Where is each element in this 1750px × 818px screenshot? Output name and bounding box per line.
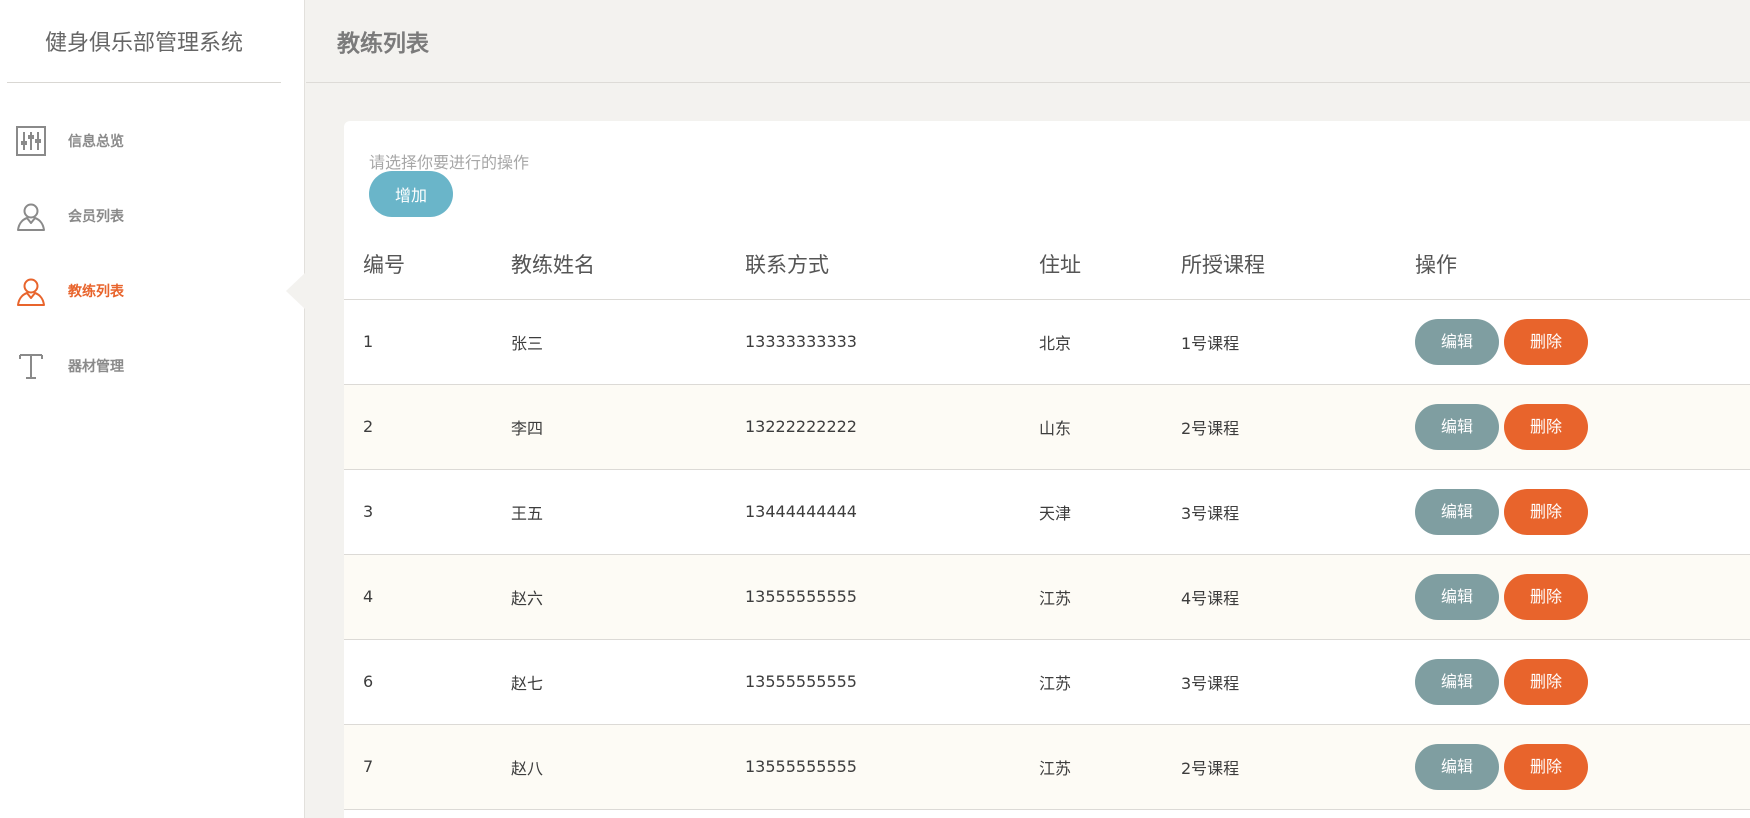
cell-course: 1号课程 — [1162, 299, 1396, 385]
table-row: 4 赵六 13555555555 江苏 4号课程 编辑 删除 — [344, 554, 1750, 640]
coach-table: 编号 教练姓名 联系方式 住址 所授课程 操作 1 张三 13333333333… — [344, 229, 1750, 810]
cell-name: 张三 — [492, 299, 726, 385]
table-row: 1 张三 13333333333 北京 1号课程 编辑 删除 — [344, 299, 1750, 385]
sidebar-item-equipment[interactable]: 器材管理 — [0, 328, 304, 403]
column-header-address: 住址 — [1020, 229, 1162, 300]
cell-name: 赵八 — [492, 724, 726, 810]
cell-actions: 编辑 删除 — [1396, 639, 1750, 725]
operation-prompt: 请选择你要进行的操作 — [369, 153, 530, 172]
user-icon — [14, 199, 48, 233]
cell-course: 3号课程 — [1162, 639, 1396, 725]
cell-name: 赵六 — [492, 554, 726, 640]
cell-id: 2 — [344, 384, 492, 470]
cell-id: 7 — [344, 724, 492, 810]
cell-course: 4号课程 — [1162, 554, 1396, 640]
table-row: 7 赵八 13555555555 江苏 2号课程 编辑 删除 — [344, 724, 1750, 810]
page-title: 教练列表 — [337, 31, 429, 57]
user-icon — [14, 274, 48, 308]
table-row: 6 赵七 13555555555 江苏 3号课程 编辑 删除 — [344, 639, 1750, 725]
cell-phone: 13333333333 — [726, 299, 1020, 385]
column-header-name: 教练姓名 — [492, 229, 726, 300]
cell-address: 天津 — [1020, 469, 1162, 555]
cell-id: 1 — [344, 299, 492, 385]
column-header-id: 编号 — [344, 229, 492, 300]
delete-button[interactable]: 删除 — [1504, 658, 1588, 705]
table-row: 2 李四 13222222222 山东 2号课程 编辑 删除 — [344, 384, 1750, 470]
cell-address: 江苏 — [1020, 554, 1162, 640]
cell-phone: 13222222222 — [726, 384, 1020, 470]
cell-actions: 编辑 删除 — [1396, 469, 1750, 555]
cell-id: 3 — [344, 469, 492, 555]
cell-address: 江苏 — [1020, 639, 1162, 725]
cell-course: 2号课程 — [1162, 724, 1396, 810]
sidebar-item-overview[interactable]: 信息总览 — [0, 103, 304, 178]
cell-actions: 编辑 删除 — [1396, 384, 1750, 470]
cell-name: 李四 — [492, 384, 726, 470]
cell-actions: 编辑 删除 — [1396, 554, 1750, 640]
cell-id: 4 — [344, 554, 492, 640]
edit-button[interactable]: 编辑 — [1415, 488, 1499, 535]
sidebar-nav: 信息总览 会员列表 教练列表 器材管理 — [0, 103, 305, 403]
delete-button[interactable]: 删除 — [1504, 573, 1588, 620]
cell-name: 赵七 — [492, 639, 726, 725]
edit-button[interactable]: 编辑 — [1415, 573, 1499, 620]
app-title: 健身俱乐部管理系统 — [7, 0, 281, 83]
edit-button[interactable]: 编辑 — [1415, 743, 1499, 790]
cell-course: 2号课程 — [1162, 384, 1396, 470]
sidebar-item-label: 信息总览 — [68, 133, 124, 150]
cell-phone: 13555555555 — [726, 639, 1020, 725]
cell-phone: 13444444444 — [726, 469, 1020, 555]
sidebar-item-coaches[interactable]: 教练列表 — [0, 253, 305, 328]
column-header-actions: 操作 — [1396, 229, 1750, 300]
delete-button[interactable]: 删除 — [1504, 318, 1588, 365]
cell-actions: 编辑 删除 — [1396, 299, 1750, 385]
sidebar-item-label: 器材管理 — [68, 358, 124, 375]
sidebar-item-members[interactable]: 会员列表 — [0, 178, 304, 253]
cell-course: 3号课程 — [1162, 469, 1396, 555]
sliders-icon — [14, 124, 48, 158]
sidebar-item-label: 会员列表 — [68, 208, 124, 225]
text-t-icon — [14, 349, 48, 383]
cell-phone: 13555555555 — [726, 724, 1020, 810]
cell-name: 王五 — [492, 469, 726, 555]
sidebar-item-label: 教练列表 — [68, 283, 124, 300]
table-row: 3 王五 13444444444 天津 3号课程 编辑 删除 — [344, 469, 1750, 555]
column-header-phone: 联系方式 — [726, 229, 1020, 300]
delete-button[interactable]: 删除 — [1504, 403, 1588, 450]
table-header-row: 编号 教练姓名 联系方式 住址 所授课程 操作 — [344, 229, 1750, 300]
edit-button[interactable]: 编辑 — [1415, 658, 1499, 705]
edit-button[interactable]: 编辑 — [1415, 403, 1499, 450]
edit-button[interactable]: 编辑 — [1415, 318, 1499, 365]
cell-address: 山东 — [1020, 384, 1162, 470]
cell-address: 江苏 — [1020, 724, 1162, 810]
cell-address: 北京 — [1020, 299, 1162, 385]
content-card: 请选择你要进行的操作 增加 编号 教练姓名 联系方式 住址 所授课程 操作 1 … — [344, 121, 1750, 818]
delete-button[interactable]: 删除 — [1504, 743, 1588, 790]
cell-id: 6 — [344, 639, 492, 725]
column-header-course: 所授课程 — [1162, 229, 1396, 300]
page-header: 教练列表 — [306, 0, 1750, 83]
add-button[interactable]: 增加 — [369, 171, 453, 217]
cell-phone: 13555555555 — [726, 554, 1020, 640]
delete-button[interactable]: 删除 — [1504, 488, 1588, 535]
cell-actions: 编辑 删除 — [1396, 724, 1750, 810]
sidebar: 健身俱乐部管理系统 信息总览 会员列表 教练列表 器材管理 — [0, 0, 305, 818]
